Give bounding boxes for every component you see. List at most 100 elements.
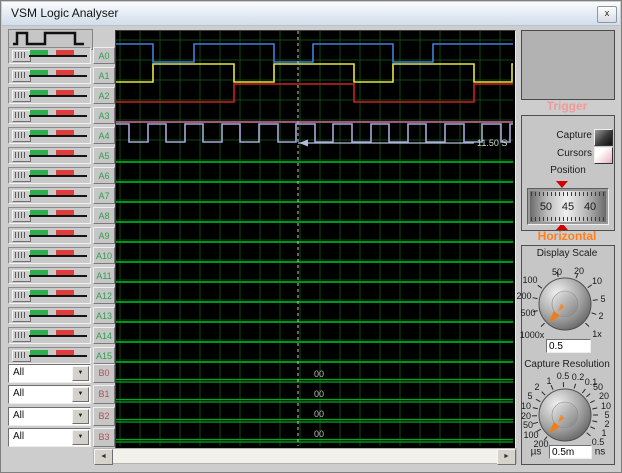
channel-label-b0: B0 xyxy=(93,364,115,383)
dropdown-arrow-icon[interactable]: ▼ xyxy=(72,409,89,424)
level-indicator-green xyxy=(30,290,48,295)
cursor-time-label: 11.50 S xyxy=(477,138,507,148)
channel-slider-a3[interactable] xyxy=(8,107,91,124)
channel-slider-a5[interactable] xyxy=(8,147,91,164)
vsm-logic-analyser-window: VSM Logic Analyser x A0 A1 A2 A3 A4 A5 A6 A7 A8 A… xyxy=(0,0,622,473)
channel-label-a11: A11 xyxy=(93,267,115,284)
channel-name: A14 xyxy=(95,331,112,341)
knob-scale-label: 50 xyxy=(551,267,563,277)
slider-track xyxy=(29,155,87,157)
title-bar: VSM Logic Analyser x xyxy=(2,2,620,26)
position-value: 40 xyxy=(583,200,597,213)
trigger-position-dial[interactable]: 50 45 40 xyxy=(527,188,609,225)
slider-track xyxy=(29,195,87,197)
channel-label-a5: A5 xyxy=(93,147,115,164)
dropdown-arrow-icon[interactable]: ▼ xyxy=(72,366,89,381)
channel-name: A12 xyxy=(95,291,112,301)
channel-label-b2: B2 xyxy=(93,407,115,426)
channel-label-a10: A10 xyxy=(93,247,115,264)
slider-track xyxy=(29,55,87,57)
cursors-label: Cursors xyxy=(556,148,592,159)
channel-name: B3 xyxy=(98,432,110,442)
channel-slider-a10[interactable] xyxy=(8,247,91,264)
channel-label-a2: A2 xyxy=(93,87,115,104)
display-scale-label: Display Scale xyxy=(536,248,598,259)
channel-name: A7 xyxy=(98,191,110,201)
channel-name: A10 xyxy=(95,251,112,261)
horizontal-scrollbar[interactable]: ◄ ► xyxy=(93,448,517,465)
channel-label-a3: A3 xyxy=(93,107,115,124)
bus-value: 00 xyxy=(314,389,324,399)
level-indicator-green xyxy=(30,310,48,315)
level-indicator-red xyxy=(56,110,74,115)
display-scale-value-input[interactable] xyxy=(546,339,591,353)
level-indicator-green xyxy=(30,90,48,95)
bus-filter-value: All xyxy=(13,431,25,442)
bus-filter-select-b1[interactable]: All ▼ xyxy=(8,385,91,404)
knob-scale-label: 2 xyxy=(534,382,540,392)
bus-filter-value: All xyxy=(13,388,25,399)
bus-value: 00 xyxy=(314,369,324,379)
channel-label-a15: A15 xyxy=(93,347,115,364)
scroll-left-button[interactable]: ◄ xyxy=(94,449,113,465)
slider-track xyxy=(29,295,87,297)
level-indicator-green xyxy=(30,190,48,195)
channel-slider-a11[interactable] xyxy=(8,267,91,284)
knob-scale-label: 5 xyxy=(600,294,606,304)
bus-filter-select-b2[interactable]: All ▼ xyxy=(8,407,91,426)
channel-label-a12: A12 xyxy=(93,287,115,304)
channel-slider-a1[interactable] xyxy=(8,67,91,84)
dropdown-arrow-icon[interactable]: ▼ xyxy=(72,387,89,402)
slider-track xyxy=(29,215,87,217)
slider-track xyxy=(29,315,87,317)
channel-slider-a6[interactable] xyxy=(8,167,91,184)
channel-slider-a15[interactable] xyxy=(8,347,91,364)
channel-name: B2 xyxy=(98,411,110,421)
channel-slider-a2[interactable] xyxy=(8,87,91,104)
capture-button[interactable] xyxy=(594,129,613,146)
channel-slider-a7[interactable] xyxy=(8,187,91,204)
channel-slider-a12[interactable] xyxy=(8,287,91,304)
channel-label-b1: B1 xyxy=(93,385,115,404)
position-value: 50 xyxy=(539,200,553,213)
capture-resolution-label: Capture Resolution xyxy=(524,359,610,370)
slider-track xyxy=(29,175,87,177)
bus-filter-select-b3[interactable]: All ▼ xyxy=(8,428,91,447)
channel-slider-a4[interactable] xyxy=(8,127,91,144)
dial-ticks-top xyxy=(531,192,605,196)
bus-value: 00 xyxy=(314,409,324,419)
channel-name: A5 xyxy=(98,151,110,161)
knob-scale-label: 20 xyxy=(598,391,610,401)
channel-slider-a8[interactable] xyxy=(8,207,91,224)
knob-scale-label: 100 xyxy=(522,275,538,285)
level-indicator-red xyxy=(56,230,74,235)
waveform-display: 00 00 00 00 11.50 S xyxy=(115,30,516,449)
knob-scale-label: 50 xyxy=(522,420,534,430)
knob-scale-label: 200 xyxy=(533,439,549,449)
knob-scale-label: 0.5 xyxy=(556,371,570,381)
bus-filter-select-b0[interactable]: All ▼ xyxy=(8,364,91,383)
close-button[interactable]: x xyxy=(597,6,617,23)
slider-track xyxy=(29,75,87,77)
channel-label-a14: A14 xyxy=(93,327,115,344)
position-marker-top-icon xyxy=(556,181,568,188)
level-indicator-red xyxy=(56,170,74,175)
cursors-button[interactable] xyxy=(594,147,613,164)
slider-track xyxy=(29,235,87,237)
scroll-right-button[interactable]: ► xyxy=(497,449,516,465)
channel-slider-a9[interactable] xyxy=(8,227,91,244)
channel-name: A3 xyxy=(98,111,110,121)
channel-slider-a0[interactable] xyxy=(8,47,91,64)
channel-label-a4: A4 xyxy=(93,127,115,144)
dropdown-arrow-icon[interactable]: ▼ xyxy=(72,430,89,445)
pulse-glyph-icon xyxy=(13,31,84,46)
window-title: VSM Logic Analyser xyxy=(11,6,119,20)
channel-slider-a13[interactable] xyxy=(8,307,91,324)
level-indicator-green xyxy=(30,230,48,235)
capture-resolution-value-input[interactable] xyxy=(549,445,592,459)
channel-slider-a14[interactable] xyxy=(8,327,91,344)
level-indicator-green xyxy=(30,210,48,215)
position-label: Position xyxy=(550,165,586,176)
knob-scale-label: 0.5 xyxy=(591,437,605,447)
channel-label-a1: A1 xyxy=(93,67,115,84)
